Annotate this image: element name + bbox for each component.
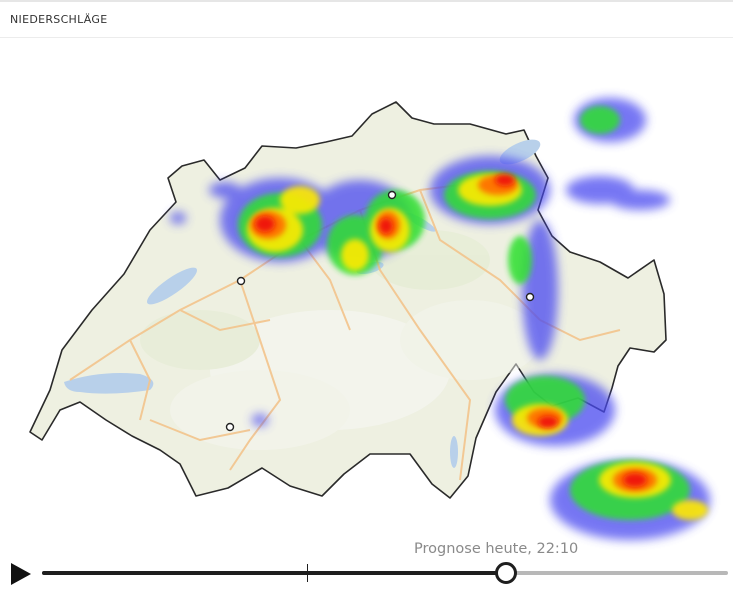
city-marker-zurich[interactable] (387, 190, 397, 200)
timeline-slider[interactable] (42, 561, 728, 584)
play-icon (11, 563, 31, 585)
map-canvas[interactable] (0, 40, 733, 560)
timeline-now-marker (306, 563, 308, 582)
panel-title: NIEDERSCHLÄGE (10, 13, 108, 26)
timeline-handle[interactable] (495, 561, 518, 584)
city-marker-chur[interactable] (525, 292, 535, 302)
lake-maggiore (450, 436, 458, 468)
play-button[interactable] (10, 562, 32, 586)
precipitation-map[interactable] (0, 40, 733, 560)
city-marker-sion[interactable] (225, 422, 235, 432)
city-marker-bern[interactable] (236, 276, 246, 286)
timeline-progress (42, 570, 506, 575)
panel-header: NIEDERSCHLÄGE (0, 0, 733, 38)
forecast-time-label: Prognose heute, 22:10 (414, 541, 579, 557)
timeline-controls: Prognose heute, 22:10 (0, 535, 733, 597)
